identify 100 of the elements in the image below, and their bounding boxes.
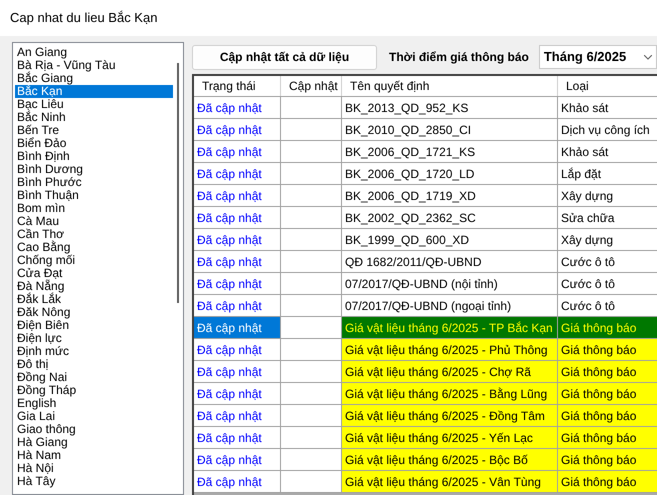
table-row[interactable]: Đã cập nhật BK_2006_QD_1719_XD Xây dựng [194, 185, 657, 207]
list-item[interactable]: Đắk Lắk [15, 293, 173, 306]
list-item[interactable]: Bình Định [15, 150, 173, 163]
column-header[interactable]: Cập nhật [281, 76, 342, 96]
table-cell: Giá vật liệu tháng 6/2025 - Chợ Rã [342, 361, 558, 382]
table-cell: Giá vật liệu tháng 6/2025 - Đồng Tâm [342, 405, 558, 426]
table-cell: Đã cập nhật [194, 97, 281, 118]
month-dropdown[interactable]: Tháng 6/2025 [538, 45, 657, 69]
table-cell: 07/2017/QĐ-UBND (nội tỉnh) [342, 273, 558, 294]
table-row[interactable]: Đã cập nhật Giá vật liệu tháng 6/2025 - TP Bắc Kạn Giá thông báo [194, 317, 657, 339]
table-cell: Đã cập nhật [194, 383, 281, 404]
table-cell: Giá vật liệu tháng 6/2025 - Bộc Bố [342, 449, 558, 470]
table-cell: BK_2006_QD_1719_XD [342, 185, 558, 206]
table-cell: Đã cập nhật [194, 273, 281, 294]
table-row[interactable]: Đã cập nhật BK_2013_QD_952_KS Khảo sát [194, 97, 657, 119]
list-item[interactable]: Bình Thuận [15, 189, 173, 202]
table-row[interactable]: Đã cập nhật BK_2010_QD_2850_CI Dịch vụ công ích [194, 119, 657, 141]
table-row[interactable]: Đã cập nhật QĐ 1682/2011/QĐ-UBND Cước ô tô [194, 251, 657, 273]
table-cell: BK_2006_QD_1720_LD [342, 163, 558, 184]
table-row[interactable]: Đã cập nhật 07/2017/QĐ-UBND (ngoại tỉnh) Cước ô tô [194, 295, 657, 317]
table-cell: Xây dựng [558, 185, 657, 206]
price-time-label: Thời điểm giá thông báo [389, 49, 529, 66]
table-cell: Giá thông báo [558, 449, 657, 470]
column-header[interactable]: Loại [558, 76, 657, 96]
table-cell: Dịch vụ công ích [558, 119, 657, 140]
list-item[interactable]: Biển Đảo [15, 137, 173, 150]
table-row[interactable]: Đã cập nhật BK_2006_QD_1720_LD Lắp đặt [194, 163, 657, 185]
table-cell: Giá vật liệu tháng 6/2025 - Bằng Lũng [342, 383, 558, 404]
table-cell: Đã cập nhật [194, 471, 281, 492]
table-row[interactable]: Đã cập nhật Giá vật liệu tháng 6/2025 - Vân Tùng Giá thông báo [194, 471, 657, 493]
list-item[interactable]: Điện lực [15, 332, 173, 345]
list-item[interactable]: Bình Phước [15, 176, 173, 189]
table-cell: Đã cập nhật [194, 449, 281, 470]
list-item[interactable]: Bến Tre [15, 124, 173, 137]
window-title: Cap nhat du lieu Bắc Kạn [10, 9, 158, 28]
table-cell: Lắp đặt [558, 163, 657, 184]
list-item[interactable]: Cửa Đạt [15, 267, 173, 280]
list-item[interactable]: Bà Rịa - Vũng Tàu [15, 59, 173, 72]
table-row[interactable]: Đã cập nhật Giá vật liệu tháng 6/2025 - Bằng Lũng Giá thông báo [194, 383, 657, 405]
column-header[interactable]: Trạng thái [194, 76, 281, 96]
table-cell: Đã cập nhật [194, 339, 281, 360]
table-row[interactable]: Đã cập nhật BK_1999_QD_600_XD Xây dựng [194, 229, 657, 251]
table-cell: Khảo sát [558, 97, 657, 118]
list-item[interactable]: Bắc Giang [15, 72, 173, 85]
list-item[interactable]: Giao thông [15, 423, 173, 436]
list-item[interactable]: Điện Biên [15, 319, 173, 332]
list-item[interactable]: Gia Lai [15, 410, 173, 423]
table-cell: Cước ô tô [558, 295, 657, 316]
table-cell: Đã cập nhật [194, 361, 281, 382]
table-cell: Giá thông báo [558, 361, 657, 382]
table-row[interactable]: Đã cập nhật Giá vật liệu tháng 6/2025 - Bộc Bố Giá thông báo [194, 449, 657, 471]
list-item[interactable]: Đà Nẵng [15, 280, 173, 293]
column-header[interactable]: Tên quyết định [342, 76, 558, 96]
list-item[interactable]: Bắc Kạn [15, 85, 173, 98]
table-cell: Cước ô tô [558, 251, 657, 272]
province-list[interactable] [12, 42, 184, 495]
table-row[interactable]: Đã cập nhật BK_2002_QD_2362_SC Sửa chữa [194, 207, 657, 229]
list-item[interactable]: Bắc Ninh [15, 111, 173, 124]
table-row[interactable]: Đã cập nhật Giá vật liệu tháng 6/2025 - Đồng Tâm Giá thông báo [194, 405, 657, 427]
table-cell: Giá vật liệu tháng 6/2025 - Yến Lạc [342, 427, 558, 448]
table-cell: Giá vật liệu tháng 6/2025 - TP Bắc Kạn [342, 317, 558, 338]
update-all-button[interactable]: Cập nhật tất cả dữ liệu [192, 44, 377, 70]
table-cell: BK_1999_QD_600_XD [342, 229, 558, 250]
table-cell: Xây dựng [558, 229, 657, 250]
table-row[interactable]: Đã cập nhật Giá vật liệu tháng 6/2025 - Chợ Rã Giá thông báo [194, 361, 657, 383]
list-item[interactable]: Hà Tây [15, 475, 173, 488]
table-cell: Giá thông báo [558, 427, 657, 448]
table-row[interactable]: Đã cập nhật 07/2017/QĐ-UBND (nội tỉnh) Cước ô tô [194, 273, 657, 295]
table-cell: BK_2002_QD_2362_SC [342, 207, 558, 228]
list-item[interactable]: Hà Nội [15, 462, 173, 475]
table-cell: Đã cập nhật [194, 207, 281, 228]
list-item[interactable]: Cần Thơ [15, 228, 173, 241]
list-item[interactable]: Hà Nam [15, 449, 173, 462]
list-item[interactable]: Đăk Nông [15, 306, 173, 319]
list-item[interactable]: Đô thị [15, 358, 173, 371]
table-cell: Đã cập nhật [194, 317, 281, 338]
list-item[interactable]: Hà Giang [15, 436, 173, 449]
list-item[interactable]: Bình Dương [15, 163, 173, 176]
list-item[interactable]: Chống mối [15, 254, 173, 267]
table-cell: Đã cập nhật [194, 185, 281, 206]
list-item[interactable]: Cà Mau [15, 215, 173, 228]
table-row[interactable]: Đã cập nhật BK_2006_QD_1721_KS Khảo sát [194, 141, 657, 163]
list-item[interactable]: An Giang [15, 46, 173, 59]
table-cell: Giá thông báo [558, 405, 657, 426]
list-item[interactable]: Cao Bằng [15, 241, 173, 254]
table-cell: Giá vật liệu tháng 6/2025 - Vân Tùng [342, 471, 558, 492]
scrollbar-thumb[interactable] [177, 63, 179, 303]
table-cell: Đã cập nhật [194, 229, 281, 250]
list-item[interactable]: Định mức [15, 345, 173, 358]
list-item[interactable]: Bom mìn [15, 202, 173, 215]
table-cell: Giá thông báo [558, 471, 657, 492]
table-cell: Cước ô tô [558, 273, 657, 294]
table-cell: Giá thông báo [558, 383, 657, 404]
list-item[interactable]: English [15, 397, 173, 410]
list-item[interactable]: Bạc Liêu [15, 98, 173, 111]
table-row[interactable]: Đã cập nhật Giá vật liệu tháng 6/2025 - Phủ Thông Giá thông báo [194, 339, 657, 361]
table-row[interactable]: Đã cập nhật Giá vật liệu tháng 6/2025 - Yến Lạc Giá thông báo [194, 427, 657, 449]
list-item[interactable]: Đồng Tháp [15, 384, 173, 397]
table-cell: Đã cập nhật [194, 163, 281, 184]
list-item[interactable]: Đồng Nai [15, 371, 173, 384]
